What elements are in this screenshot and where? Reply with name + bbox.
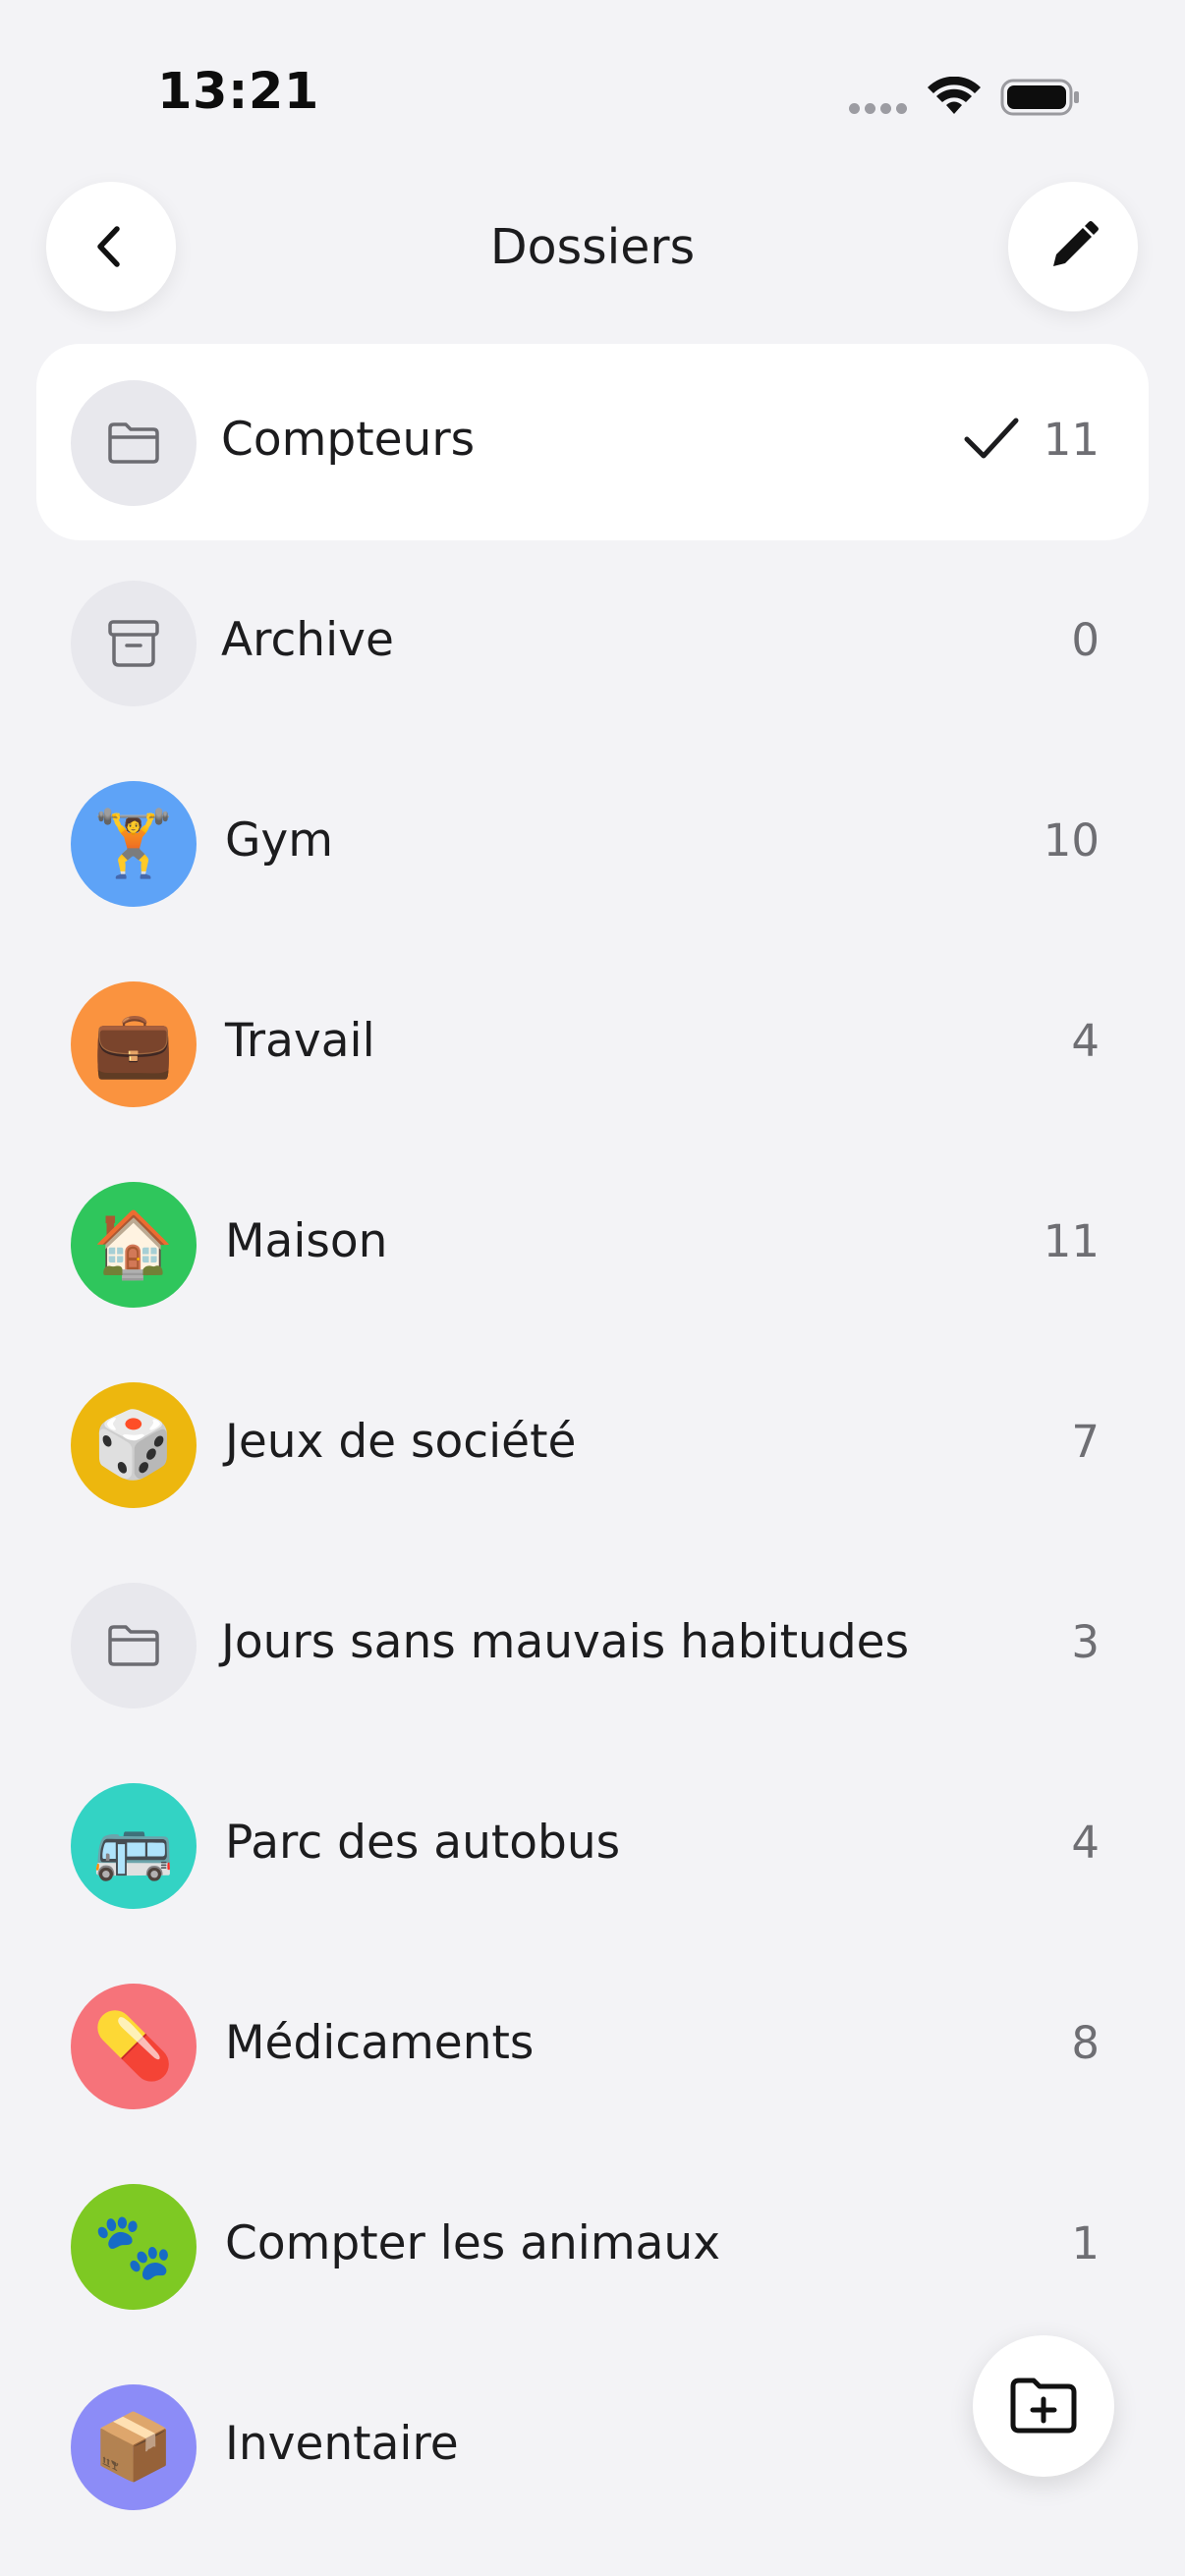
folder-name: Parc des autobus: [225, 1816, 621, 1870]
folder-name: Compteurs: [221, 413, 476, 467]
folder-row-compter-les-animaux[interactable]: 🐾 Compter les animaux 1: [36, 2148, 1149, 2344]
folder-icon: [71, 1583, 197, 1708]
folder-row-compteurs[interactable]: Compteurs 11: [36, 344, 1149, 540]
folder-name: Compter les animaux: [225, 2216, 721, 2270]
folder-count: 3: [1071, 1616, 1100, 1668]
folder-count: 8: [1071, 2017, 1100, 2069]
folder-name: Jeux de société: [225, 1415, 577, 1469]
folder-count: 1: [1071, 2217, 1100, 2269]
folder-count: 7: [1071, 1416, 1100, 1468]
pill-icon: 💊: [71, 1984, 197, 2109]
folder-row-archive[interactable]: Archive 0: [36, 544, 1149, 741]
briefcase-icon: 💼: [71, 981, 197, 1107]
package-icon: 📦: [71, 2384, 197, 2510]
folder-name: Jours sans mauvais habitudes: [221, 1615, 910, 1669]
add-folder-button[interactable]: [973, 2335, 1114, 2477]
folder-name: Archive: [221, 613, 394, 667]
bus-icon: 🚌: [71, 1783, 197, 1909]
pencil-icon: [1053, 221, 1099, 266]
archive-box-icon: [71, 581, 197, 706]
weightlifter-icon: 🏋️: [71, 781, 197, 907]
edit-button[interactable]: [1008, 182, 1138, 311]
dice-icon: 🎲: [71, 1382, 197, 1508]
folder-row-maison[interactable]: 🏠 Maison 11: [36, 1146, 1149, 1342]
folder-row-travail[interactable]: 💼 Travail 4: [36, 945, 1149, 1142]
cellular-signal-icon: [849, 103, 908, 115]
folder-name: Travail: [225, 1014, 375, 1068]
navigation-bar: Dossiers: [0, 177, 1185, 314]
folder-row-jeux-de-societe[interactable]: 🎲 Jeux de société 7: [36, 1346, 1149, 1542]
battery-icon: [1000, 79, 1079, 116]
folder-icon: [71, 380, 197, 506]
folder-row-gym[interactable]: 🏋️ Gym 10: [36, 745, 1149, 941]
folder-name: Maison: [225, 1214, 388, 1268]
status-bar: 13:21: [0, 0, 1185, 147]
folder-name: Médicaments: [225, 2016, 535, 2070]
folder-count: 11: [1043, 1215, 1100, 1267]
folder-row-parc-des-autobus[interactable]: 🚌 Parc des autobus 4: [36, 1747, 1149, 1943]
folder-name: Gym: [225, 813, 334, 868]
folder-count: 11: [1043, 414, 1100, 466]
checkmark-icon: [964, 418, 1019, 459]
folder-name: Inventaire: [225, 2417, 459, 2471]
folder-count: 4: [1071, 1817, 1100, 1869]
folder-count: 10: [1043, 814, 1100, 867]
folder-count: 0: [1071, 614, 1100, 666]
folder-row-jours-sans-mauvais-habitudes[interactable]: Jours sans mauvais habitudes 3: [36, 1546, 1149, 1743]
wifi-icon: [928, 77, 981, 114]
folder-row-medicaments[interactable]: 💊 Médicaments 8: [36, 1947, 1149, 2144]
paw-prints-icon: 🐾: [71, 2184, 197, 2310]
folder-plus-icon: [1010, 2378, 1077, 2434]
folder-count: 4: [1071, 1015, 1100, 1067]
status-time: 13:21: [157, 63, 319, 121]
house-icon: 🏠: [71, 1182, 197, 1308]
